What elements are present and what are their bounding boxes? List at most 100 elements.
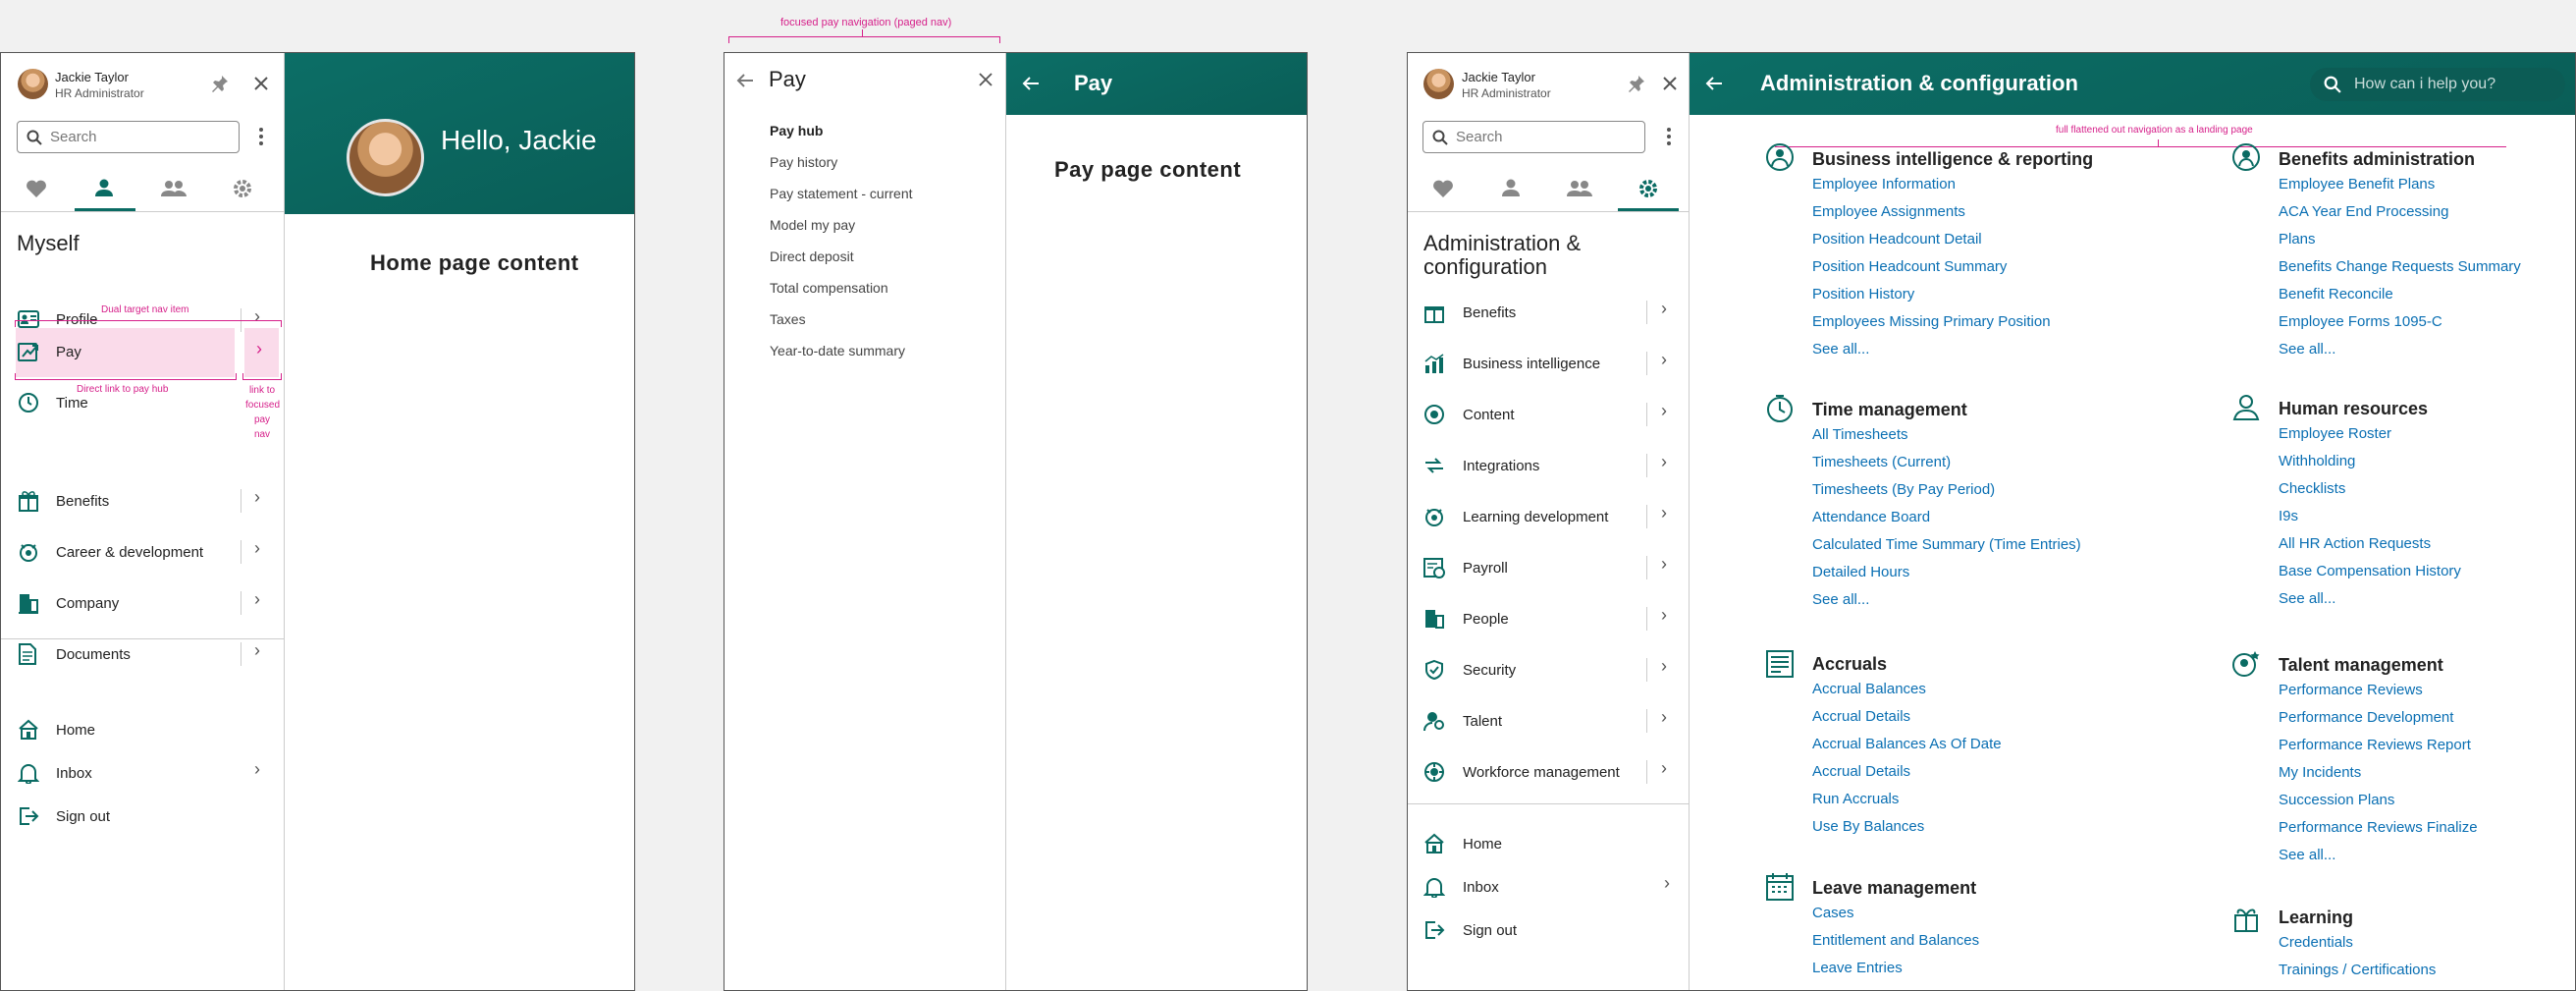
chevron-right-icon[interactable]: ›	[1661, 707, 1667, 728]
see-all-link[interactable]: See all...	[2279, 585, 2335, 613]
help-search-input[interactable]: How can i help you?	[2310, 68, 2565, 101]
section-link[interactable]: Entitlement and Balances	[1812, 927, 1979, 955]
section-link[interactable]: Employee Benefit Plans	[2279, 171, 2435, 198]
chevron-right-icon[interactable]: ›	[1661, 605, 1667, 626]
more-icon[interactable]	[258, 127, 264, 146]
chevron-right-icon[interactable]: ›	[1661, 299, 1667, 319]
section-link[interactable]: Employee Forms 1095-C	[2279, 308, 2442, 336]
more-icon[interactable]	[1666, 127, 1672, 146]
section-link[interactable]: Employees Missing Primary Position	[1812, 308, 2051, 336]
section-link[interactable]: Checklists	[2279, 475, 2345, 503]
footer-item-signout[interactable]: Sign out	[1408, 907, 1689, 954]
section-link[interactable]: Withholding	[2279, 448, 2355, 475]
section-link[interactable]: Timesheets (Current)	[1812, 449, 1951, 476]
section-link[interactable]: Benefit Reconcile	[2279, 281, 2393, 308]
section-link[interactable]: Accrual Details	[1812, 703, 1910, 731]
chevron-right-icon[interactable]: ›	[1661, 452, 1667, 472]
direct-deposit-link[interactable]: Direct deposit	[770, 248, 854, 264]
team-tab-icon[interactable]	[161, 180, 187, 197]
close-icon[interactable]	[979, 73, 993, 86]
favorites-tab-icon[interactable]	[1432, 179, 1454, 198]
section-link[interactable]: All Timesheets	[1812, 421, 1908, 449]
section-link[interactable]: Credentials	[2279, 929, 2353, 957]
chevron-right-icon[interactable]: ›	[1661, 758, 1667, 779]
chevron-right-icon[interactable]: ›	[1661, 401, 1667, 421]
section-link[interactable]: Performance Reviews Report	[2279, 732, 2471, 759]
pay-statement-link[interactable]: Pay statement - current	[770, 186, 913, 201]
section-link[interactable]: All HR Action Requests	[2279, 530, 2431, 558]
section-link[interactable]: ACA Year End Processing	[2279, 198, 2448, 226]
section-link[interactable]: Accrual Balances	[1812, 676, 1926, 703]
nav-item-pay[interactable]: Pay	[1, 328, 237, 375]
chevron-right-icon[interactable]: ›	[254, 589, 260, 610]
close-icon[interactable]	[1662, 76, 1678, 91]
section-link[interactable]: Cases	[1812, 900, 1854, 927]
section-link[interactable]: My Incidents	[2279, 759, 2361, 787]
chevron-right-icon[interactable]: ›	[1661, 554, 1667, 575]
back-arrow-icon[interactable]	[1022, 76, 1040, 91]
section-link[interactable]: Trainings / Certifications	[2279, 957, 2436, 984]
model-my-pay-link[interactable]: Model my pay	[770, 217, 855, 233]
section-link[interactable]: Employee Assignments	[1812, 198, 1965, 226]
taxes-link[interactable]: Taxes	[770, 311, 806, 327]
see-all-link[interactable]: See all...	[2279, 336, 2335, 363]
back-arrow-icon[interactable]	[1705, 76, 1723, 91]
section-link[interactable]: Base Compensation History	[2279, 558, 2461, 585]
pin-icon[interactable]	[1627, 74, 1646, 93]
section-link[interactable]: Calculated Time Summary (Time Entries)	[1812, 531, 2081, 559]
close-icon[interactable]	[253, 76, 269, 91]
pay-hub-link[interactable]: Pay hub	[770, 123, 823, 138]
see-all-link[interactable]: See all...	[2279, 842, 2335, 869]
ytd-summary-link[interactable]: Year-to-date summary	[770, 343, 905, 358]
search-input[interactable]: Search	[17, 121, 240, 153]
chevron-right-icon[interactable]: ›	[1661, 656, 1667, 677]
section-link[interactable]: Attendance Board	[1812, 504, 1930, 531]
pin-icon[interactable]	[210, 74, 230, 93]
section-link[interactable]: Performance Reviews Finalize	[2279, 814, 2478, 842]
favorites-tab-icon[interactable]	[26, 179, 47, 198]
section-link[interactable]: Timesheets (By Pay Period)	[1812, 476, 1995, 504]
myself-tab-icon[interactable]	[94, 178, 114, 197]
settings-tab-icon[interactable]	[1637, 178, 1659, 199]
section-link[interactable]: Detailed Hours	[1812, 559, 1909, 586]
settings-tab-icon[interactable]	[232, 178, 253, 199]
section-link[interactable]: Benefits Change Requests Summary	[2279, 253, 2521, 281]
total-compensation-link[interactable]: Total compensation	[770, 280, 888, 296]
section-link[interactable]: Position Headcount Summary	[1812, 253, 2007, 281]
nav-item-time[interactable]: Time	[1, 379, 237, 426]
section-link[interactable]: Run Accruals	[1812, 786, 1899, 813]
chevron-right-icon[interactable]: ›	[1661, 350, 1667, 370]
section-link[interactable]: Succession Plans	[2279, 787, 2394, 814]
back-arrow-icon[interactable]	[736, 73, 754, 88]
section-link[interactable]: Position Headcount Detail	[1812, 226, 1982, 253]
chevron-right-icon[interactable]: ›	[1664, 873, 1670, 894]
section-link[interactable]: Performance Development	[2279, 704, 2453, 732]
footer-item-signout[interactable]: Sign out	[1, 793, 284, 840]
chevron-right-icon[interactable]: ›	[254, 538, 260, 559]
search-input[interactable]: Search	[1422, 121, 1645, 153]
footer-item-inbox[interactable]: Inbox	[1, 749, 284, 797]
section-link[interactable]: Leave Entries	[1812, 955, 1903, 982]
footer-item-inbox[interactable]: Inbox	[1408, 863, 1689, 910]
section-link[interactable]: Performance Reviews	[2279, 677, 2423, 704]
see-all-link[interactable]: See all...	[1812, 586, 1869, 614]
section-link[interactable]: Employee Roster	[2279, 420, 2391, 448]
team-tab-icon[interactable]	[1567, 180, 1592, 197]
section-link[interactable]: Position History	[1812, 281, 1914, 308]
chevron-right-icon[interactable]: ›	[254, 487, 260, 508]
section-link[interactable]: Accrual Details	[1812, 758, 1910, 786]
see-all-link[interactable]: See all...	[1812, 336, 1869, 363]
footer-item-home[interactable]: Home	[1408, 820, 1689, 867]
section-link[interactable]: I9s	[2279, 503, 2298, 530]
section-link[interactable]: Employee Information	[1812, 171, 1956, 198]
chevron-right-icon[interactable]: ›	[256, 339, 262, 359]
section-link[interactable]: Plans	[2279, 226, 2316, 253]
chevron-right-icon[interactable]: ›	[1661, 503, 1667, 523]
section-link[interactable]: Use By Balances	[1812, 813, 1924, 841]
pay-history-link[interactable]: Pay history	[770, 154, 837, 170]
chevron-right-icon[interactable]: ›	[254, 759, 260, 780]
myself-tab-icon[interactable]	[1501, 178, 1521, 197]
section-link[interactable]: Accrual Balances As Of Date	[1812, 731, 2002, 758]
footer-item-home[interactable]: Home	[1, 706, 284, 753]
chevron-right-icon[interactable]: ›	[254, 640, 260, 661]
